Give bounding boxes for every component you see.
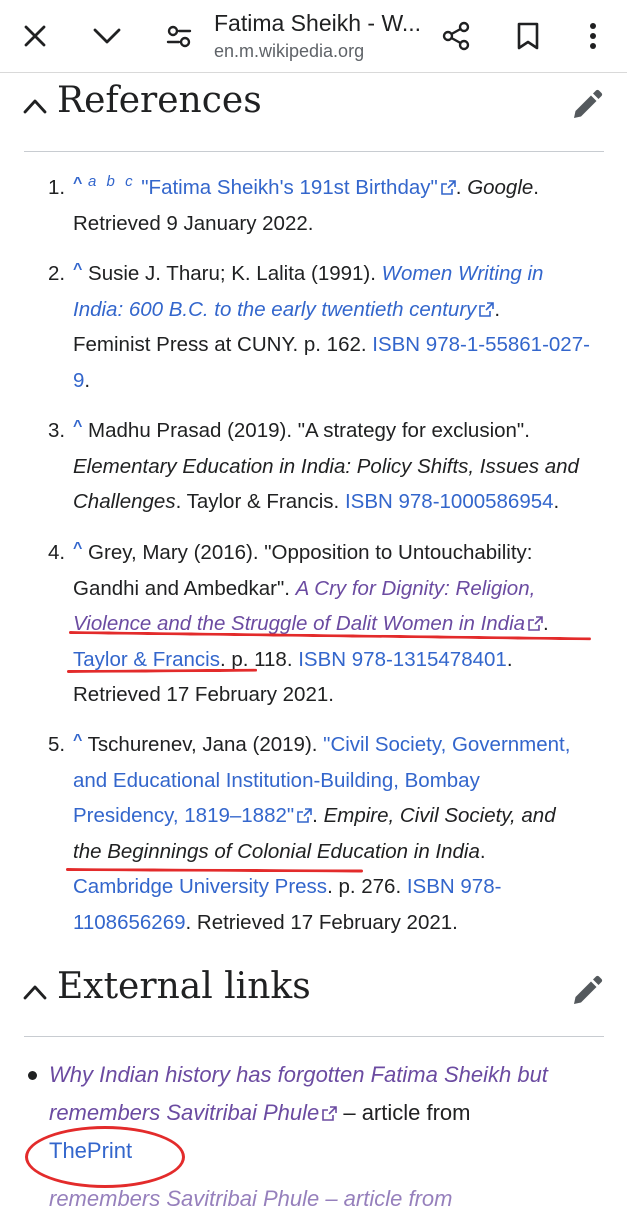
chevron-down-icon[interactable] (85, 14, 129, 58)
collapse-chevron-icon[interactable] (22, 96, 48, 116)
citation-link[interactable]: "Civil Society, Government, (323, 733, 570, 756)
reference-number: 1. (48, 176, 66, 199)
site-settings-icon[interactable] (157, 14, 201, 58)
external-links-heading: External links (57, 966, 311, 1007)
publisher-link[interactable]: Cambridge University Press (73, 875, 327, 898)
reference-number: 3. (48, 419, 66, 442)
retrieved-text: Retrieved 9 January 2022. (73, 211, 314, 235)
isbn-link[interactable]: ISBN 978- (407, 875, 502, 898)
citation-link[interactable]: India: 600 B.C. to the early twentieth c… (73, 298, 476, 321)
citation-link[interactable]: Presidency, 1819–1882" (73, 804, 294, 827)
section-divider (24, 151, 604, 152)
isbn-link[interactable]: ISBN 978-1-55861-027- (372, 333, 590, 356)
isbn-link[interactable]: 9 (73, 369, 84, 392)
browser-toolbar: Fatima Sheikh - W... en.m.wikipedia.org (0, 0, 627, 73)
backlink-caret[interactable]: ^ (73, 261, 82, 278)
references-heading: References (57, 80, 262, 121)
citation-link[interactable]: A Cry for Dignity: Religion, (296, 577, 536, 600)
external-link-icon (440, 180, 456, 195)
retrieved-text: Retrieved 17 February 2021. (73, 683, 334, 706)
book-title: Elementary Education in India: Policy Sh… (73, 454, 579, 478)
backlink-letters[interactable]: a b c (88, 173, 136, 190)
external-link-icon (297, 808, 312, 823)
citation-link[interactable]: "Fatima Sheikh's 191st Birthday" (141, 176, 438, 199)
reference-number: 5. (48, 733, 66, 756)
bookmark-icon[interactable] (506, 14, 550, 58)
backlink-caret[interactable]: ^ (73, 540, 82, 557)
annotation-circle (25, 1126, 185, 1188)
external-links-section-header[interactable]: External links (0, 958, 627, 1038)
isbn-link[interactable]: ISBN 978-1000586954 (345, 490, 554, 513)
article-link[interactable]: Why Indian history has forgotten Fatima … (49, 1062, 548, 1087)
page-title[interactable]: Fatima Sheikh - W... (214, 10, 424, 37)
edit-pencil-icon[interactable] (570, 88, 604, 122)
backlink-caret[interactable]: ^ (73, 732, 82, 749)
close-icon[interactable] (13, 14, 57, 58)
backlink-caret[interactable]: ^ (73, 418, 82, 435)
isbn-link[interactable]: ISBN 978-1315478401 (298, 648, 507, 671)
share-icon[interactable] (434, 14, 478, 58)
more-options-icon[interactable] (571, 14, 615, 58)
publisher-link[interactable]: Taylor & Francis (73, 648, 220, 671)
collapse-chevron-icon[interactable] (22, 982, 48, 1002)
article-link[interactable]: remembers Savitribai Phule (49, 1100, 319, 1125)
reference-number: 2. (48, 262, 66, 285)
list-bullet (28, 1071, 37, 1080)
external-link-icon (479, 301, 495, 317)
external-link-icon (322, 1106, 338, 1121)
backlink-caret: ^ (73, 175, 83, 192)
reference-number: 4. (48, 541, 66, 564)
page-url[interactable]: en.m.wikipedia.org (214, 41, 424, 62)
publisher: Google (467, 176, 534, 199)
references-section-header[interactable]: References (0, 72, 627, 152)
citation-link[interactable]: Women Writing in (382, 262, 544, 285)
isbn-link[interactable]: 1108656269 (73, 911, 186, 934)
citation-link[interactable]: and Educational Institution-Building, Bo… (73, 769, 480, 792)
external-link-icon (528, 616, 543, 631)
cutoff-text: remembers Savitribai Phule – article fro… (49, 1186, 453, 1211)
section-divider (24, 1036, 604, 1037)
edit-pencil-icon[interactable] (570, 974, 604, 1008)
